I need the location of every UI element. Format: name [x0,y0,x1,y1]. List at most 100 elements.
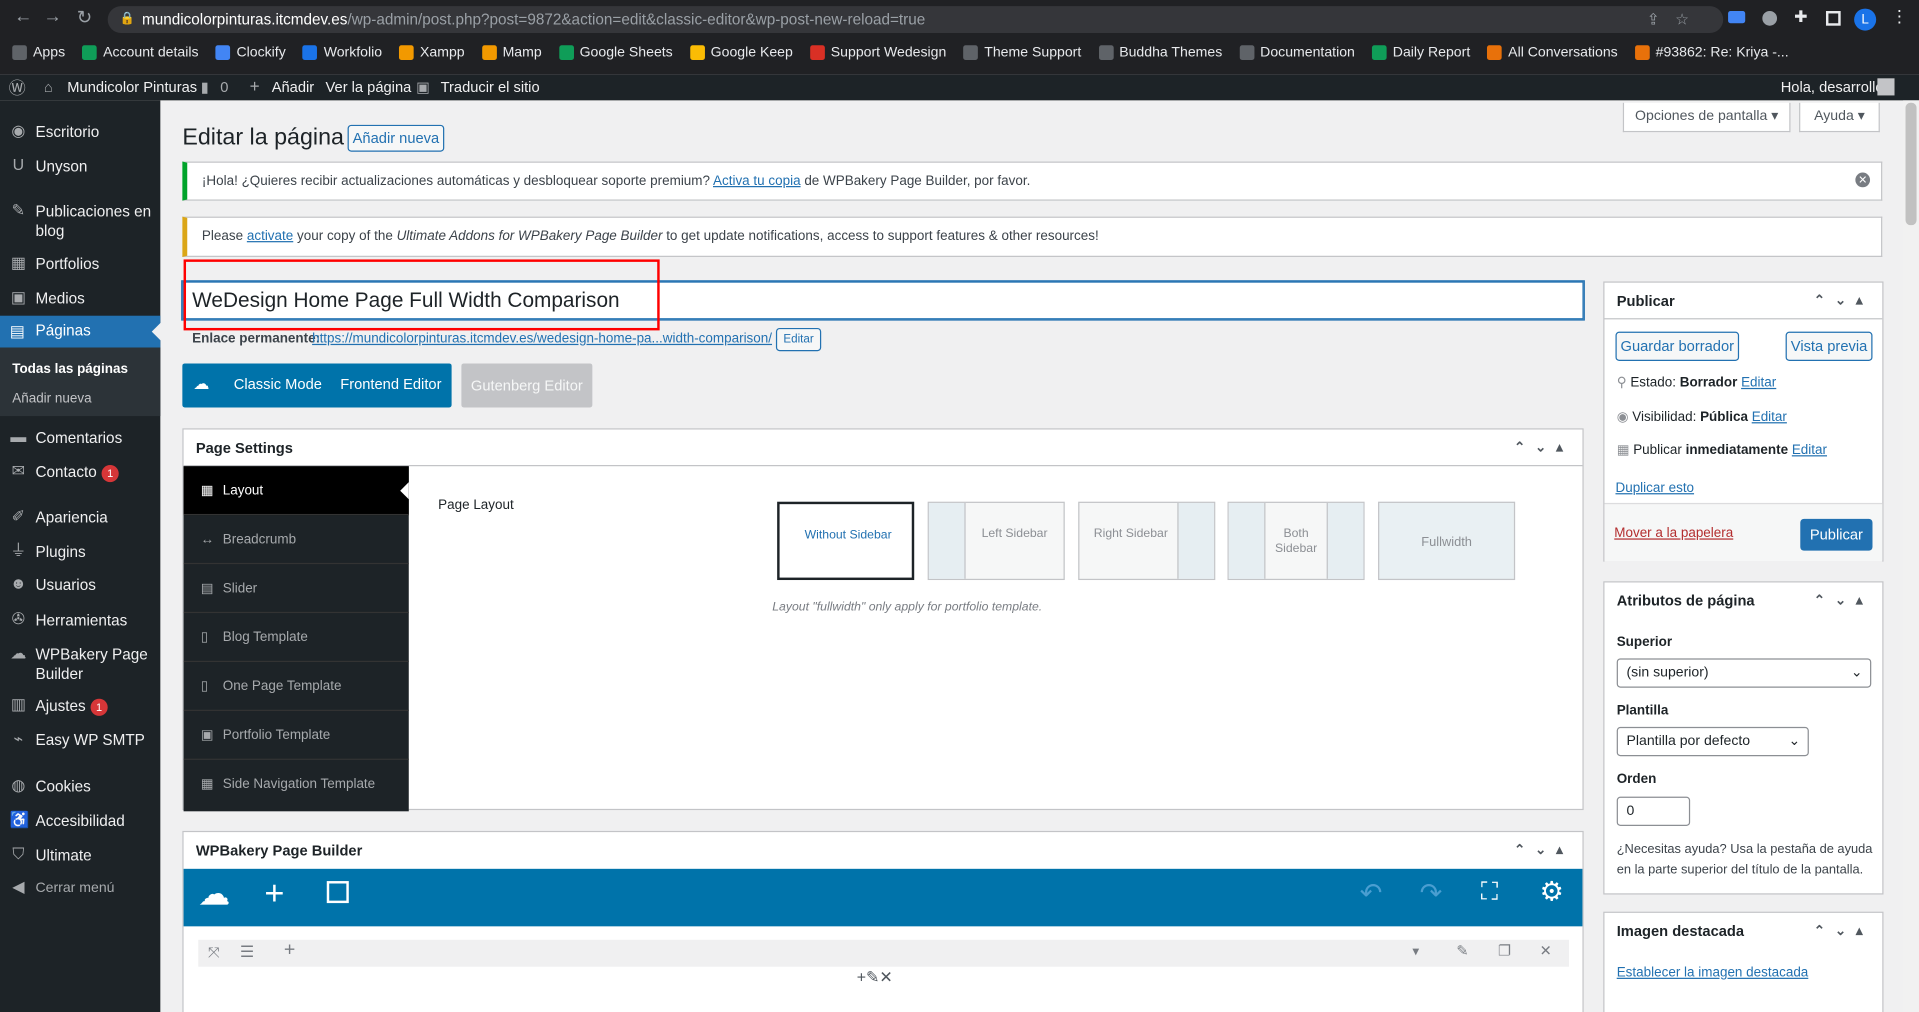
user-greeting[interactable]: Hola, desarrollo [1781,78,1884,95]
undo-icon[interactable]: ↶ [1360,877,1383,909]
featured-box-controls-icon[interactable]: ⌃⌄▴ [1814,913,1873,950]
row-move-icon[interactable]: ⤧ [208,943,220,961]
permalink-url[interactable]: https://mundicolorpinturas.itcmdev.es/we… [312,332,772,347]
bookmark-item[interactable]: Account details [82,45,199,60]
save-draft-button[interactable]: Guardar borrador [1615,331,1740,361]
trash-link[interactable]: Mover a la papelera [1614,526,1733,541]
layout-option-fullwidth[interactable]: Fullwidth [1378,501,1516,581]
status-edit-link[interactable]: Editar [1741,376,1776,391]
tab-one-page-template[interactable]: ▯ One Page Template [183,662,409,711]
address-bar[interactable]: 🔒 mundicolorpinturas.itcmdev.es/wp-admin… [107,6,1724,34]
bookmark-item[interactable]: Clockify [215,45,286,60]
gutenberg-editor-button[interactable]: Gutenberg Editor [461,363,593,408]
submenu-add-new[interactable]: Añadir nueva [12,392,91,407]
row-toggle-icon[interactable]: ▾ [1412,943,1419,960]
column-controls-icon[interactable]: +✎✕ [857,968,893,988]
attributes-box-controls-icon[interactable]: ⌃⌄▴ [1814,582,1873,619]
publish-box-controls-icon[interactable]: ⌃⌄▴ [1814,283,1873,320]
preview-button[interactable]: Vista previa [1785,331,1873,361]
bookmark-item[interactable]: Google Keep [689,45,793,60]
frontend-editor-button[interactable]: Frontend Editor [340,376,441,393]
settings-gear-icon[interactable]: ⚙ [1540,876,1564,908]
bookmark-item[interactable]: All Conversations [1487,45,1618,60]
bookmark-item[interactable]: Theme Support [963,45,1081,60]
accessibility-icon: ♿ [9,810,30,829]
bookmark-item[interactable]: #93862: Re: Kriya -... [1634,45,1789,60]
wordpress-logo-icon[interactable]: Ⓦ [9,76,26,100]
star-icon[interactable]: ☆ [1675,6,1689,33]
row-add-icon[interactable]: + [284,940,295,962]
schedule-edit-link[interactable]: Editar [1792,443,1827,458]
row-clone-icon[interactable]: ❐ [1498,942,1511,959]
wpbakery-box-controls-icon[interactable]: ⌃⌄▴ [1514,832,1573,869]
page-scrollbar[interactable] [1903,100,1919,1012]
tab-layout[interactable]: ▦ Layout [183,466,409,516]
activate-link[interactable]: activate [247,229,293,244]
media-icon: ▣ [10,287,26,306]
site-name-link[interactable]: Mundicolor Pinturas [67,78,197,95]
bookmark-item[interactable]: Mamp [481,45,542,60]
tab-side-navigation-template[interactable]: ▦ Side Navigation Template [184,760,409,809]
bookmark-item[interactable]: Support Wedesign [809,45,946,60]
visibility-edit-link[interactable]: Editar [1752,410,1787,425]
reload-icon[interactable]: ↻ [71,6,98,28]
activate-copy-link[interactable]: Activa tu copia [713,174,801,189]
view-page-link[interactable]: Ver la página [326,78,412,95]
bookmark-item[interactable]: Google Sheets [558,45,673,60]
scrollbar-thumb[interactable] [1905,102,1917,226]
publish-button[interactable]: Publicar [1800,518,1873,551]
classic-mode-button[interactable]: Classic Mode [234,376,322,393]
screen-options-tab[interactable]: Opciones de pantalla ▾ [1622,102,1791,133]
featured-header: Imagen destacada ⌃⌄▴ [1604,913,1882,950]
comments-count[interactable]: 0 [220,78,228,95]
parent-select[interactable]: (sin superior) ⌄ [1616,658,1872,688]
layout-option-left-sidebar[interactable]: Left Sidebar [927,501,1065,581]
menu-kebab-icon[interactable]: ⋮ [1891,6,1908,27]
add-new-link[interactable]: Añadir [272,78,314,95]
add-new-button[interactable]: Añadir nueva [347,124,445,152]
extension-icon[interactable] [1728,11,1746,24]
row-delete-icon[interactable]: ✕ [1540,942,1552,959]
translate-site-link[interactable]: Traducir el sitio [441,78,540,95]
sidebar-item-pages[interactable]: ▤ Páginas [0,315,162,348]
help-tab[interactable]: Ayuda ▾ [1799,102,1880,133]
layout-option-both-sidebar[interactable]: Both Sidebar [1227,501,1365,581]
bookmark-item[interactable]: Xampp [399,45,465,60]
puzzle-icon[interactable]: ✚ [1794,7,1807,27]
duplicate-link[interactable]: Duplicar esto [1615,481,1694,496]
url-host: mundicolorpinturas.itcmdev.es [141,11,348,29]
tab-slider[interactable]: ▤ Slider [183,564,409,614]
layout-option-right-sidebar[interactable]: Right Sidebar [1078,501,1216,581]
tab-breadcrumb[interactable]: ↔ Breadcrumb [183,515,409,565]
permalink-edit-button[interactable]: Editar [775,327,822,352]
bookmark-item[interactable]: Workfolio [302,45,382,60]
bookmark-item[interactable]: Daily Report [1371,45,1470,60]
add-element-icon[interactable]: + [264,874,284,913]
vc-logo-icon[interactable]: ☁ [198,875,230,913]
bookmark-item[interactable]: Apps [12,45,65,60]
row-edit-icon[interactable]: ✎ [1456,942,1468,959]
extension-camera-icon[interactable] [1762,11,1778,26]
share-icon[interactable]: ⇪ [1647,6,1660,33]
fullscreen-icon[interactable]: ⛶ [1481,879,1498,907]
tab-portfolio-template[interactable]: ▣ Portfolio Template [183,711,409,760]
tab-blog-template[interactable]: ▯ Blog Template [183,613,409,663]
set-featured-image-link[interactable]: Establecer la imagen destacada [1617,965,1809,980]
submenu-all-pages[interactable]: Todas las páginas [12,362,128,377]
forward-icon[interactable]: → [39,6,66,27]
redo-icon[interactable]: ↷ [1420,877,1443,909]
profile-avatar[interactable]: L [1854,8,1877,31]
attributes-header: Atributos de página ⌃⌄▴ [1604,582,1882,619]
user-avatar[interactable] [1877,78,1895,96]
template-select[interactable]: Plantilla por defecto ⌄ [1616,726,1809,757]
dismiss-icon[interactable]: ✕ [1855,172,1871,188]
order-input[interactable]: 0 [1616,796,1691,826]
back-icon[interactable]: ← [10,6,37,27]
sidepanel-icon[interactable] [1825,11,1841,26]
row-layout-icon[interactable]: ☰ [240,942,254,962]
bookmark-item[interactable]: Buddha Themes [1098,45,1222,60]
bookmark-item[interactable]: Documentation [1239,45,1355,60]
layout-option-without-sidebar[interactable]: Without Sidebar [777,501,915,581]
box-controls-icon[interactable]: ⌃⌄▴ [1514,430,1573,467]
templates-icon[interactable] [326,881,349,904]
